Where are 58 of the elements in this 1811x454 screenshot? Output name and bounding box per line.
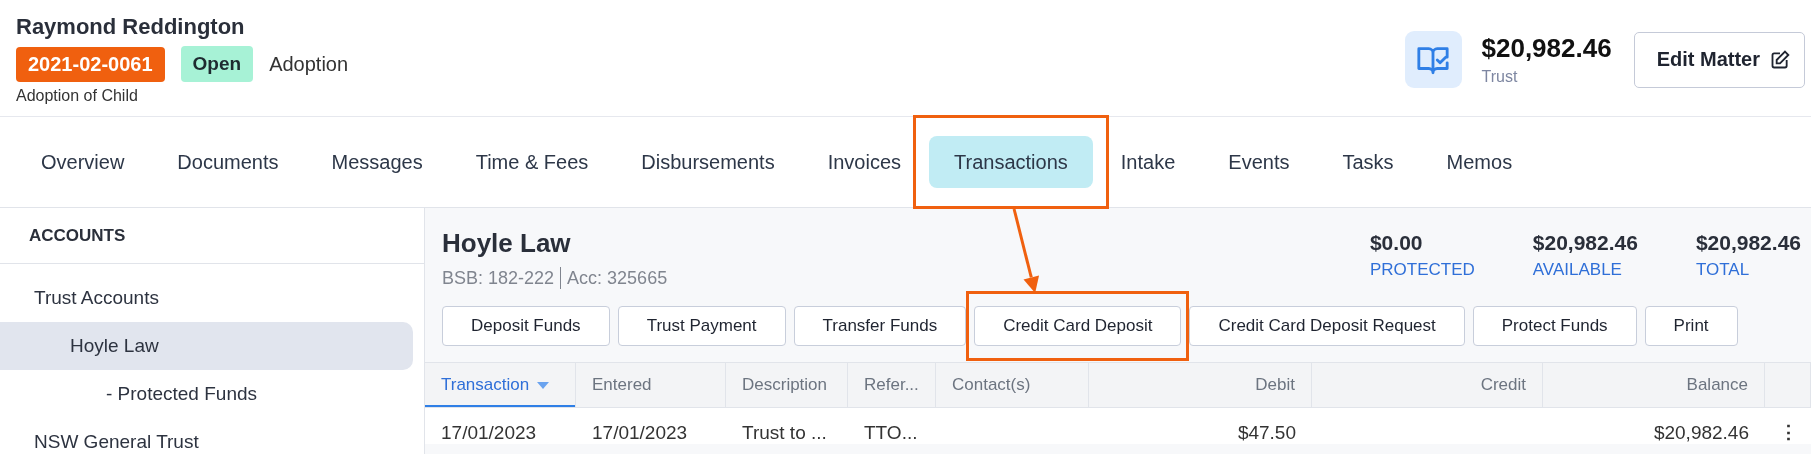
account-item[interactable]: Hoyle Law xyxy=(0,322,413,370)
action-button[interactable]: Credit Card Deposit Request xyxy=(1189,306,1465,346)
matter-description: Adoption of Child xyxy=(16,87,139,105)
action-button[interactable]: Deposit Funds xyxy=(442,306,610,346)
column-header[interactable]: Balance xyxy=(1543,363,1765,407)
tab[interactable]: Disbursements xyxy=(616,136,800,188)
column-header[interactable]: Entered xyxy=(576,363,726,407)
action-button[interactable]: Trust Payment xyxy=(617,306,786,346)
trust-label: Trust xyxy=(1481,68,1519,86)
client-name: Raymond Reddington xyxy=(16,14,246,40)
action-button[interactable]: Credit Card Deposit xyxy=(974,306,1182,346)
tab[interactable]: Memos xyxy=(1421,136,1538,188)
column-header[interactable]: Debit xyxy=(1089,363,1312,407)
tab[interactable]: Events xyxy=(1203,136,1315,188)
account-item[interactable]: Trust Accounts xyxy=(0,274,413,322)
sort-caret-icon xyxy=(537,381,550,389)
table-cell: $20,982.46 xyxy=(1653,422,1749,444)
stat-value: $20,982.46 xyxy=(1695,231,1801,255)
tab[interactable]: Overview xyxy=(16,136,150,188)
account-item[interactable]: - Protected Funds xyxy=(0,370,413,418)
status-badge: Open xyxy=(180,46,254,82)
tab[interactable]: Tasks xyxy=(1317,136,1419,188)
matter-number: 2021-02-0061 xyxy=(16,46,165,82)
table-cell: 17/01/2023 xyxy=(441,422,537,444)
edit-icon xyxy=(1770,49,1790,70)
account-item[interactable]: NSW General Trust xyxy=(0,418,413,454)
tab[interactable]: Transactions xyxy=(929,136,1093,188)
action-button[interactable]: Protect Funds xyxy=(1472,306,1637,346)
tab[interactable]: Messages xyxy=(306,136,448,188)
table-cell: TTO... xyxy=(864,422,918,444)
row-menu[interactable]: ⋮ xyxy=(1778,421,1798,444)
action-button[interactable]: Transfer Funds xyxy=(793,306,967,346)
stat-label: AVAILABLE xyxy=(1532,260,1623,280)
edit-matter-button[interactable]: Edit Matter xyxy=(1633,31,1805,88)
account-number: Acc: 325665 xyxy=(567,267,668,289)
table-cell: Trust to ... xyxy=(742,422,827,444)
trust-amount: $20,982.46 xyxy=(1481,33,1612,64)
accounts-heading: ACCOUNTS xyxy=(0,208,424,264)
table-cell: 17/01/2023 xyxy=(592,422,688,444)
column-header[interactable]: Credit xyxy=(1312,363,1543,407)
stat-label: TOTAL xyxy=(1695,260,1751,280)
matter-type: Adoption xyxy=(269,52,349,76)
account-name: Hoyle Law xyxy=(442,228,572,259)
column-header[interactable]: Refer... xyxy=(848,363,936,407)
tab[interactable]: Documents xyxy=(152,136,304,188)
column-header[interactable]: Description xyxy=(726,363,848,407)
action-button[interactable]: Print xyxy=(1644,306,1738,346)
stat-value: $0.00 xyxy=(1369,231,1424,255)
tab[interactable]: Intake xyxy=(1095,136,1201,188)
column-header[interactable]: Contact(s) xyxy=(936,363,1089,407)
stat-value: $20,982.46 xyxy=(1532,231,1638,255)
bsb-number: BSB: 182-222 xyxy=(442,267,555,289)
table-cell: $47.50 xyxy=(1237,422,1296,444)
column-header[interactable]: Transaction xyxy=(425,363,576,407)
book-check-icon xyxy=(1404,31,1462,88)
stat-label: PROTECTED xyxy=(1369,260,1475,280)
tab[interactable]: Invoices xyxy=(802,136,927,188)
tab[interactable]: Time & Fees xyxy=(450,136,614,188)
